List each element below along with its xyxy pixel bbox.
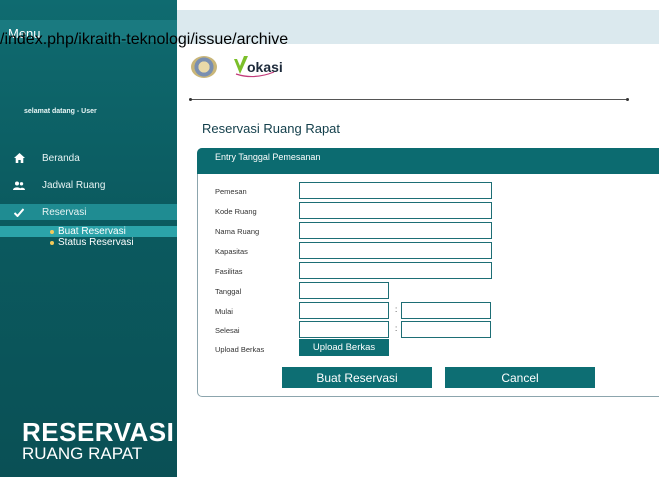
brand-subtitle: RUANG RAPAT <box>22 444 143 463</box>
url-overlay-text: /index.php/ikraith-teknologi/issue/archi… <box>0 31 289 48</box>
label-mulai: Mulai <box>215 307 233 316</box>
app-root: Menu selamat datang - User Beranda Jadwa… <box>0 0 659 477</box>
sidebar-item-label: Reservasi <box>42 206 87 218</box>
sidebar-subitem-label: Buat Reservasi <box>58 226 126 237</box>
upload-berkas-button[interactable]: Upload Berkas <box>299 339 389 356</box>
cancel-button[interactable]: Cancel <box>445 367 595 388</box>
sidebar-item-label: Jadwal Ruang <box>42 179 106 191</box>
vokasi-logo: okasi <box>234 56 294 80</box>
label-kode-ruang: Kode Ruang <box>215 207 257 216</box>
sidebar-item-label: Beranda <box>42 152 80 164</box>
check-icon <box>13 206 25 218</box>
home-icon <box>13 152 25 164</box>
selesai-menit-input[interactable] <box>401 321 491 338</box>
mulai-colon: : <box>395 305 398 314</box>
tanggal-input[interactable] <box>299 282 389 299</box>
bullet-icon <box>50 240 54 245</box>
university-seal-logo <box>191 56 217 78</box>
users-icon <box>13 179 25 191</box>
sidebar-item-beranda[interactable]: Beranda <box>0 150 177 166</box>
logo-text: okasi <box>247 59 283 75</box>
welcome-text: selamat datang - User <box>24 108 97 115</box>
selesai-jam-input[interactable] <box>299 321 389 338</box>
label-pemesan: Pemesan <box>215 187 247 196</box>
bullet-icon <box>50 229 54 234</box>
header-divider <box>190 99 628 100</box>
sidebar-item-reservasi[interactable]: Reservasi <box>0 204 177 220</box>
buat-reservasi-button[interactable]: Buat Reservasi <box>282 367 432 388</box>
divider-dot-right <box>626 98 629 101</box>
form-panel-title: Entry Tanggal Pemesanan <box>215 152 321 162</box>
selesai-colon: : <box>395 324 398 333</box>
sidebar-item-jadwal-ruang[interactable]: Jadwal Ruang <box>0 177 177 193</box>
sidebar-subitem-label: Status Reservasi <box>58 237 134 248</box>
page-title: Reservasi Ruang Rapat <box>202 121 341 136</box>
label-nama-ruang: Nama Ruang <box>215 227 260 236</box>
label-selesai: Selesai <box>215 326 240 335</box>
sidebar-subitem-status-reservasi[interactable]: Status Reservasi <box>50 237 134 248</box>
kapasitas-input[interactable] <box>299 242 492 259</box>
sidebar-subitem-buat-reservasi[interactable]: Buat Reservasi <box>0 226 177 237</box>
fasilitas-input[interactable] <box>299 262 492 279</box>
label-fasilitas: Fasilitas <box>215 267 243 276</box>
kode-ruang-input[interactable] <box>299 202 492 219</box>
mulai-menit-input[interactable] <box>401 302 491 319</box>
label-upload-berkas: Upload Berkas <box>215 345 265 354</box>
sidebar: Menu selamat datang - User Beranda Jadwa… <box>0 0 177 477</box>
divider-dot-left <box>189 98 192 101</box>
pemesan-input[interactable] <box>299 182 492 199</box>
label-tanggal: Tanggal <box>215 287 242 296</box>
nama-ruang-input[interactable] <box>299 222 492 239</box>
mulai-jam-input[interactable] <box>299 302 389 319</box>
label-kapasitas: Kapasitas <box>215 247 248 256</box>
